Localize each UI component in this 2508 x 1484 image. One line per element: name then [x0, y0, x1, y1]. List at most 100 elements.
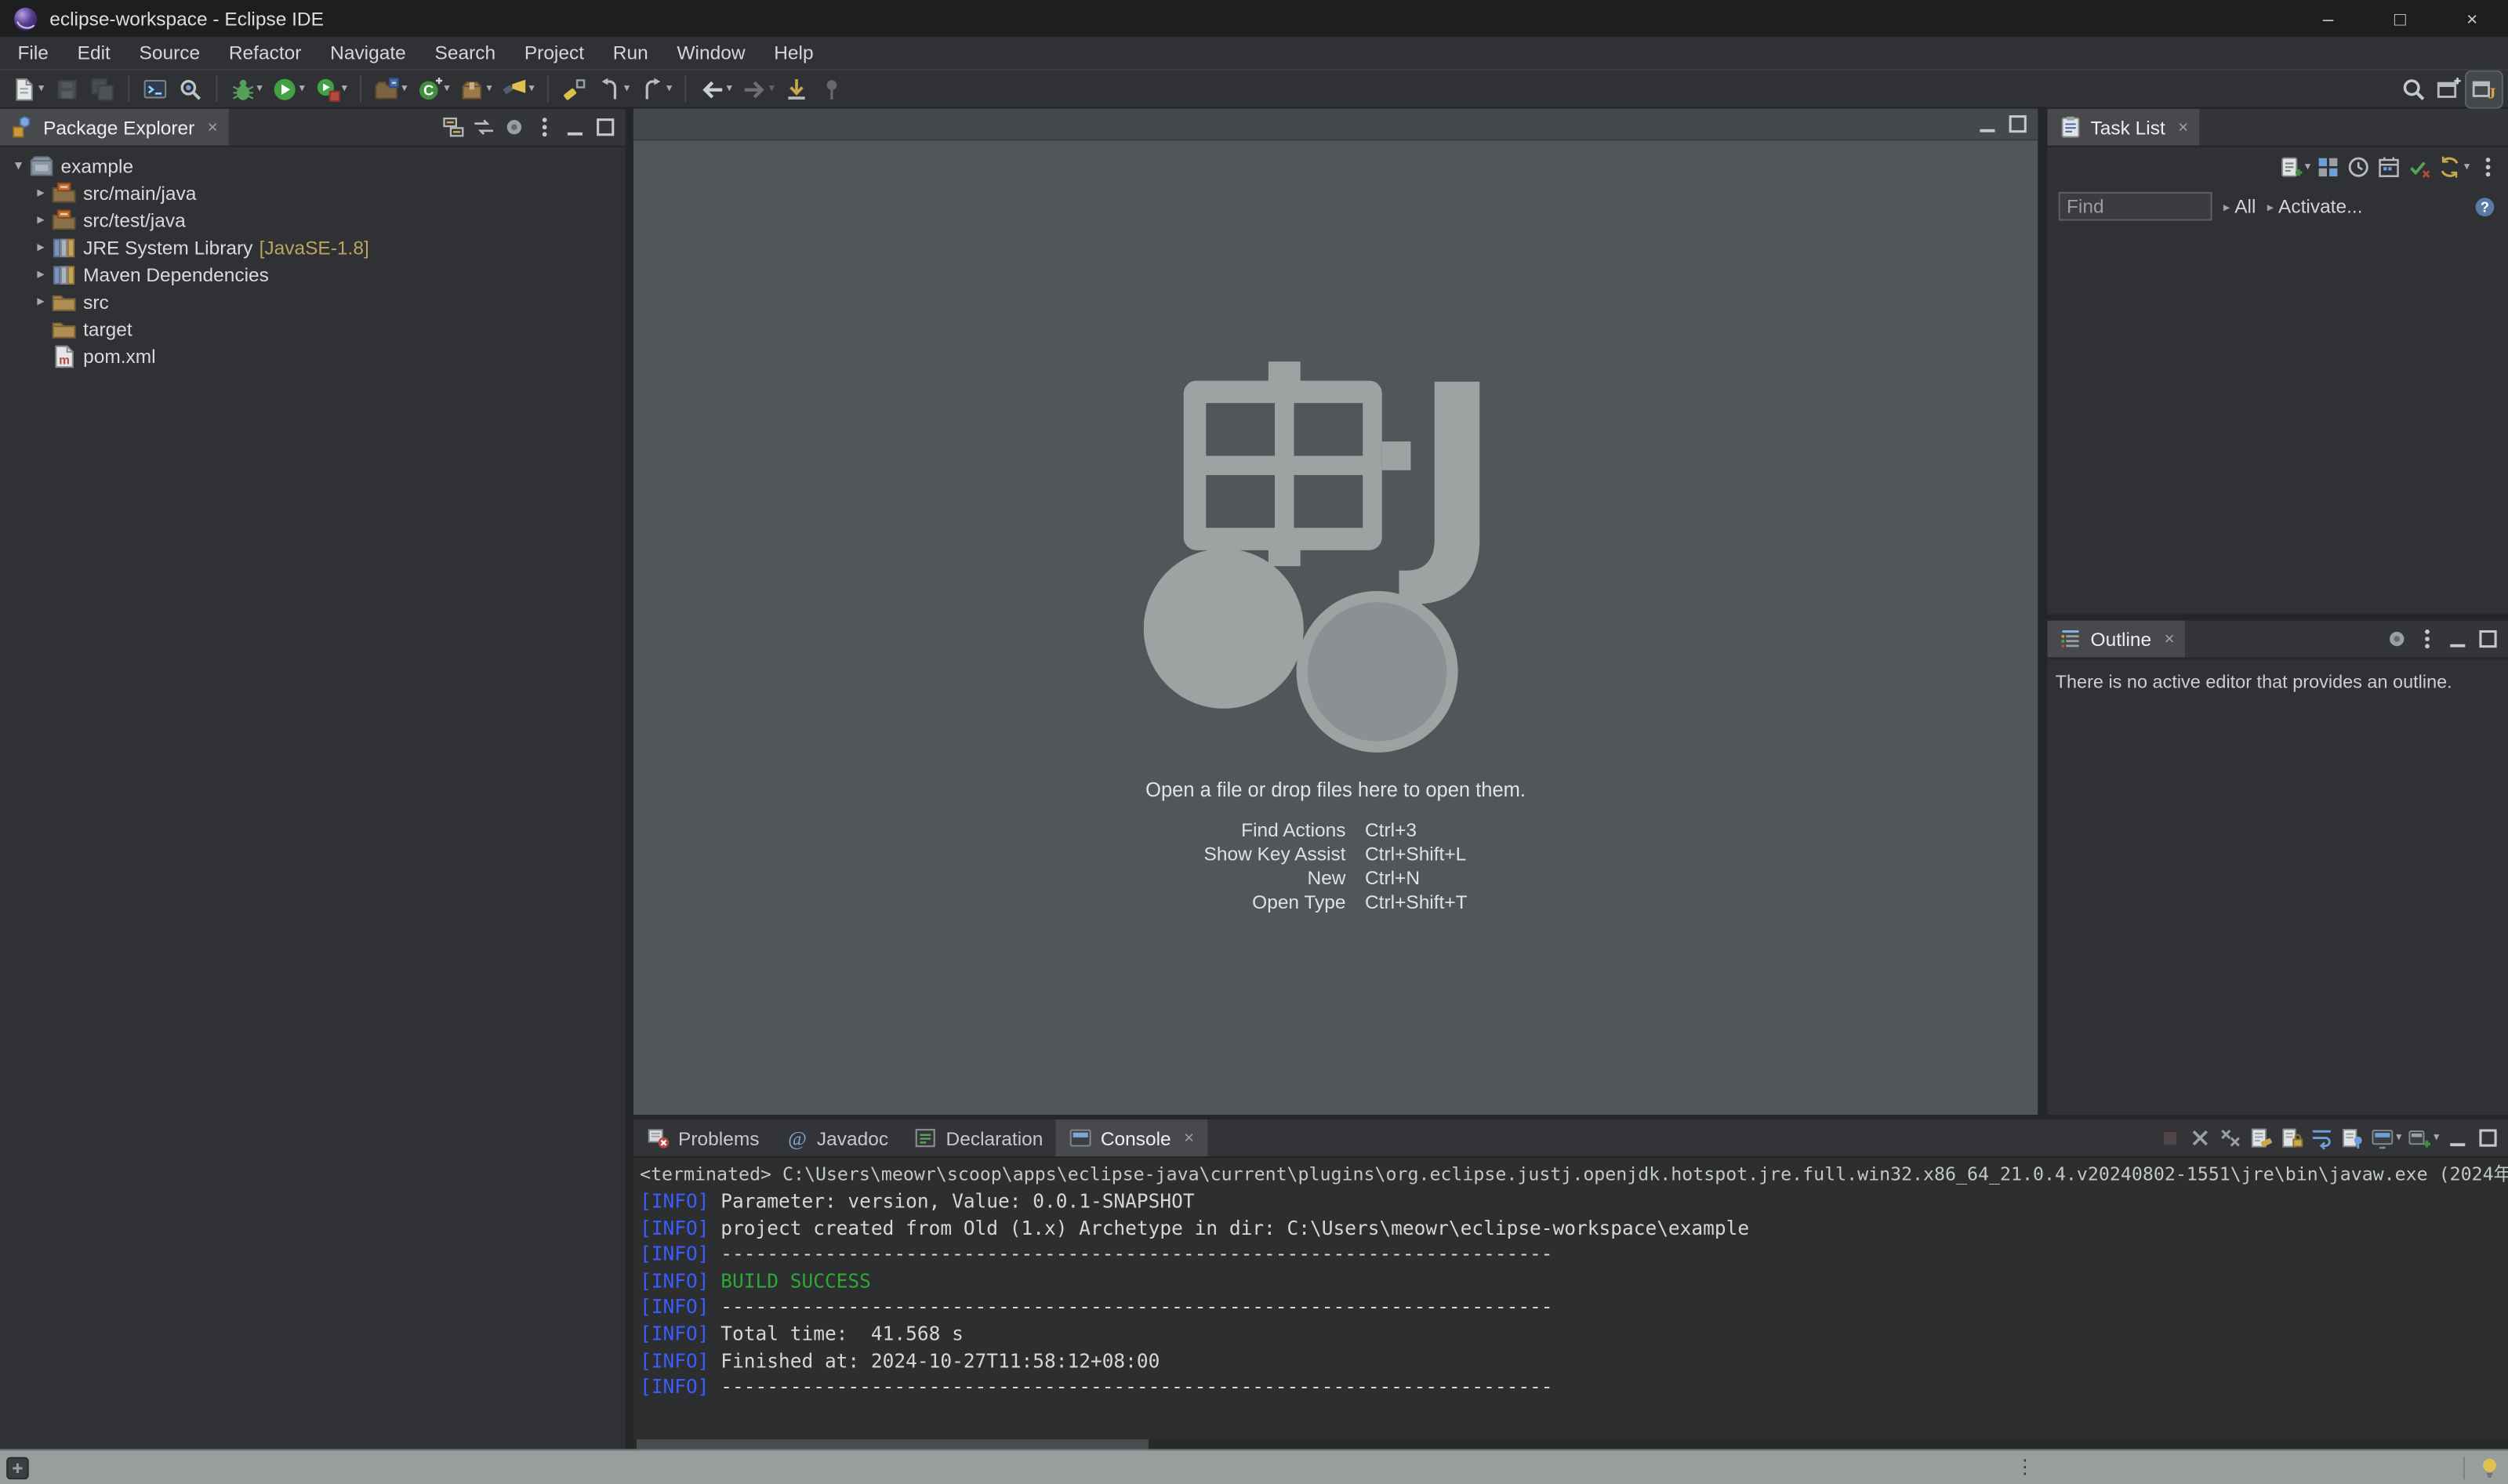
open-perspective-button[interactable] — [2431, 71, 2466, 107]
categorized-button[interactable] — [2314, 149, 2344, 184]
scrollbar-thumb[interactable] — [637, 1439, 1149, 1449]
menu-source[interactable]: Source — [125, 37, 214, 69]
tree-item-src[interactable]: ▸src — [0, 288, 626, 315]
clear-console-button[interactable] — [2245, 1120, 2276, 1156]
new-package-button[interactable]: ▾ — [455, 71, 497, 107]
window-maximize-button[interactable]: □ — [2364, 0, 2436, 37]
minimize-button[interactable] — [2442, 1120, 2473, 1156]
outline-tab[interactable]: Outline × — [2047, 621, 2185, 658]
window-minimize-button[interactable]: – — [2292, 0, 2365, 37]
package-explorer-tab[interactable]: Package Explorer × — [0, 109, 229, 146]
expand-arrow-icon[interactable]: ▸ — [31, 266, 52, 283]
task-scope-all-button[interactable]: ▸ All — [2223, 195, 2256, 218]
task-activate-button[interactable]: ▸ Activate... — [2267, 195, 2363, 218]
tree-item-src-test-java[interactable]: ▸src/test/java — [0, 206, 626, 234]
external-tools-button[interactable]: ▾ — [310, 71, 352, 107]
window-close-button[interactable]: × — [2436, 0, 2508, 37]
remove-all-terminated-button[interactable] — [2216, 1120, 2246, 1156]
pin-editor-button[interactable] — [815, 71, 850, 107]
forward-button[interactable]: ▾ — [737, 71, 779, 107]
maximize-button[interactable] — [2002, 107, 2033, 142]
new-java-project-button[interactable]: ▾ — [369, 71, 412, 107]
minimize-button[interactable] — [1973, 107, 2003, 142]
editor-empty-area[interactable]: J Open a file or drop files here to open… — [633, 141, 2038, 1115]
menu-run[interactable]: Run — [598, 37, 662, 69]
view-menu-button[interactable] — [529, 110, 560, 145]
menu-window[interactable]: Window — [662, 37, 760, 69]
status-overflow-icon[interactable]: ⋮ — [2016, 1456, 2034, 1479]
open-console-button[interactable]: ▾ — [2405, 1120, 2442, 1156]
save-all-button[interactable] — [84, 71, 119, 107]
synchronize-button[interactable]: ▾ — [2435, 149, 2473, 184]
expand-arrow-icon[interactable]: ▸ — [31, 292, 52, 310]
restore-trim-icon[interactable] — [5, 1455, 31, 1481]
pin-console-button[interactable] — [2337, 1120, 2368, 1156]
hide-completed-button[interactable] — [2405, 149, 2435, 184]
maximize-button[interactable] — [2473, 622, 2503, 657]
maximize-button[interactable] — [590, 110, 621, 145]
search-button[interactable] — [2396, 71, 2431, 107]
tree-item-target[interactable]: target — [0, 315, 626, 343]
tree-item-maven-dependencies[interactable]: ▸Maven Dependencies — [0, 261, 626, 288]
last-edit-location-button[interactable] — [779, 71, 815, 107]
menu-search[interactable]: Search — [420, 37, 510, 69]
new-wizard-button[interactable]: ▾ — [6, 71, 49, 107]
terminal-button[interactable] — [136, 71, 172, 107]
mark-occurrences-button[interactable] — [557, 71, 592, 107]
close-view-icon[interactable]: × — [2164, 630, 2174, 648]
display-console-button[interactable]: ▾ — [2367, 1120, 2405, 1156]
next-annotation-button[interactable]: ▾ — [634, 71, 677, 107]
tab-javadoc[interactable]: @Javadoc — [772, 1119, 902, 1156]
close-view-icon[interactable]: × — [2178, 118, 2188, 136]
tree-item-jre-system-library[interactable]: ▸JRE System Library[JavaSE-1.8] — [0, 234, 626, 261]
menu-help[interactable]: Help — [760, 37, 828, 69]
previous-annotation-button[interactable]: ▾ — [592, 71, 634, 107]
tab-problems[interactable]: Problems — [633, 1119, 772, 1156]
tree-item-pom-xml[interactable]: mpom.xml — [0, 343, 626, 370]
menu-project[interactable]: Project — [510, 37, 598, 69]
terminate-button[interactable] — [2154, 1120, 2185, 1156]
task-list-tab[interactable]: Task List × — [2047, 109, 2199, 146]
console-hscrollbar[interactable] — [633, 1439, 2508, 1449]
help-icon[interactable]: ? — [2473, 194, 2497, 219]
java-perspective-button[interactable]: J — [2466, 71, 2502, 107]
debug-button[interactable]: ▾ — [225, 71, 267, 107]
expand-arrow-icon[interactable]: ▸ — [31, 211, 52, 228]
word-wrap-button[interactable] — [2307, 1120, 2337, 1156]
menu-refactor[interactable]: Refactor — [215, 37, 316, 69]
search-flashlight-button[interactable]: ▾ — [497, 71, 539, 107]
close-view-icon[interactable]: × — [208, 118, 218, 136]
menu-file[interactable]: File — [3, 37, 63, 69]
menu-navigate[interactable]: Navigate — [316, 37, 420, 69]
expand-arrow-icon[interactable]: ▸ — [31, 184, 52, 201]
remove-launch-button[interactable] — [2185, 1120, 2216, 1156]
minimize-button[interactable] — [560, 110, 590, 145]
tab-console[interactable]: Console× — [1056, 1119, 1207, 1156]
collapse-all-button[interactable] — [438, 110, 469, 145]
calendar-button[interactable] — [2375, 149, 2405, 184]
maximize-button[interactable] — [2473, 1120, 2503, 1156]
tree-item-example[interactable]: ▾example — [0, 152, 626, 180]
new-task-button[interactable]: ▾ — [2276, 149, 2314, 184]
scroll-lock-button[interactable] — [2276, 1120, 2307, 1156]
expand-arrow-icon[interactable]: ▸ — [31, 238, 52, 256]
menu-edit[interactable]: Edit — [63, 37, 125, 69]
notifications-icon[interactable] — [2477, 1456, 2502, 1480]
open-type-button[interactable] — [172, 71, 207, 107]
back-button[interactable]: ▾ — [695, 71, 737, 107]
tab-declaration[interactable]: Declaration — [901, 1119, 1055, 1156]
collapse-arrow-icon[interactable]: ▾ — [8, 157, 29, 174]
link-with-editor-button[interactable] — [469, 110, 499, 145]
scheduled-button[interactable] — [2344, 149, 2375, 184]
minimize-button[interactable] — [2442, 622, 2473, 657]
view-menu-button[interactable] — [2412, 622, 2443, 657]
close-tab-icon[interactable]: × — [1184, 1128, 1194, 1147]
view-menu-button[interactable] — [2473, 149, 2503, 184]
focus-button[interactable] — [499, 110, 530, 145]
tree-item-src-main-java[interactable]: ▸src/main/java — [0, 180, 626, 207]
focus-button[interactable] — [2382, 622, 2412, 657]
new-java-class-button[interactable]: C▾ — [412, 71, 455, 107]
console-output[interactable]: [INFO] Parameter: version, Value: 0.0.1-… — [633, 1185, 2508, 1439]
run-button[interactable]: ▾ — [267, 71, 310, 107]
save-button[interactable] — [49, 71, 84, 107]
